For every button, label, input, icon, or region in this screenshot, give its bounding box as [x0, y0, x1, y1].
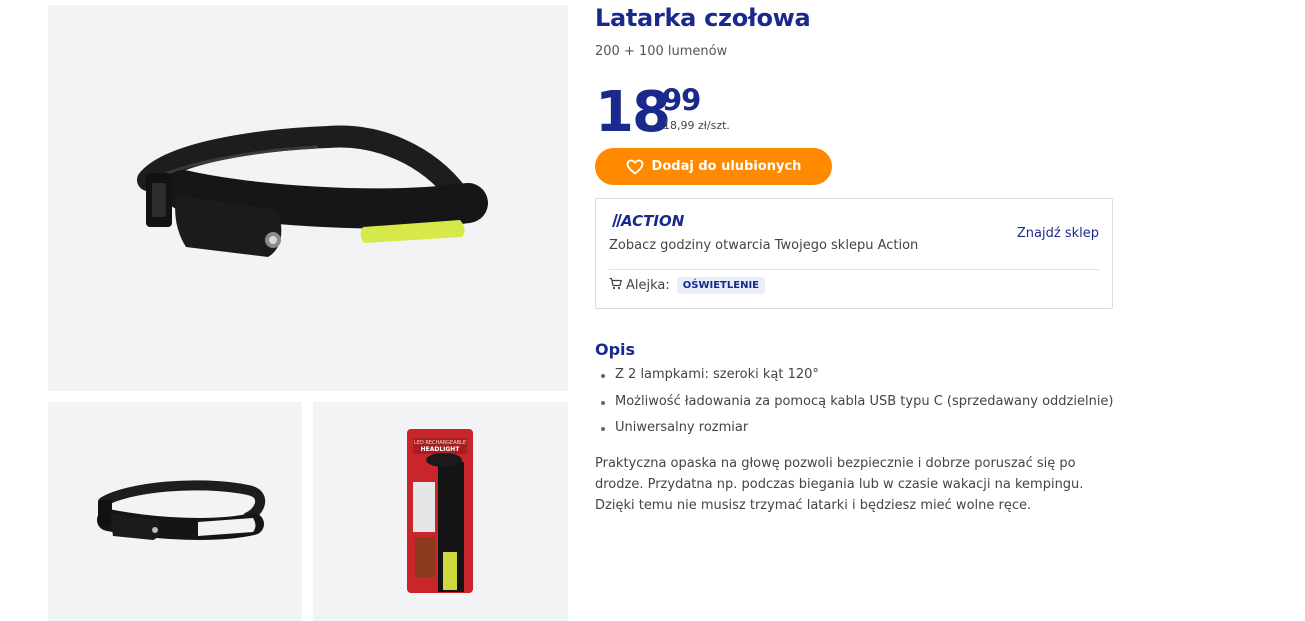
action-logo-text: ACTION — [620, 212, 684, 230]
description-heading: Opis — [595, 340, 636, 359]
add-to-favorites-label: Dodaj do ulubionych — [651, 159, 802, 174]
action-logo: ACTION — [612, 212, 684, 230]
product-thumbnail-packaging[interactable]: LED RECHARGEABLE HEADLIGHT — [313, 402, 568, 621]
price-decimal: 99 — [662, 83, 701, 117]
aisle-row: Alejka: OŚWIETLENIE — [609, 277, 765, 294]
unit-price: 18,99 zł/szt. — [663, 119, 730, 132]
cart-icon — [609, 277, 626, 294]
main-product-image[interactable] — [48, 5, 568, 391]
description-paragraph: Praktyczna opaska na głowę pozwoli bezpi… — [595, 456, 1084, 513]
product-subtitle: 200 + 100 lumenów — [595, 44, 728, 59]
heart-icon — [626, 159, 644, 175]
find-store-link[interactable]: Znajdź sklep — [1017, 226, 1099, 241]
store-hours-text: Zobacz godziny otwarcia Twojego sklepu A… — [609, 238, 919, 253]
price-integer: 18 — [595, 80, 671, 145]
aisle-label: Alejka: — [626, 278, 670, 293]
feature-list: Z 2 lampkami: szeroki kąt 120° Możliwość… — [595, 366, 1114, 446]
aisle-badge: OŚWIETLENIE — [676, 277, 765, 294]
product-thumbnail-lit[interactable] — [48, 402, 302, 621]
store-info-box: ACTION Zobacz godziny otwarcia Twojego s… — [595, 198, 1113, 309]
packaging-text-2: HEADLIGHT — [421, 446, 461, 453]
product-title: Latarka czołowa — [595, 4, 811, 32]
feature-item: Możliwość ładowania za pomocą kabla USB … — [595, 393, 1114, 420]
add-to-favorites-button[interactable]: Dodaj do ulubionych — [595, 148, 832, 185]
feature-item: Z 2 lampkami: szeroki kąt 120° — [595, 366, 1114, 393]
feature-item: Uniwersalny rozmiar — [595, 419, 1114, 446]
divider — [609, 269, 1099, 270]
